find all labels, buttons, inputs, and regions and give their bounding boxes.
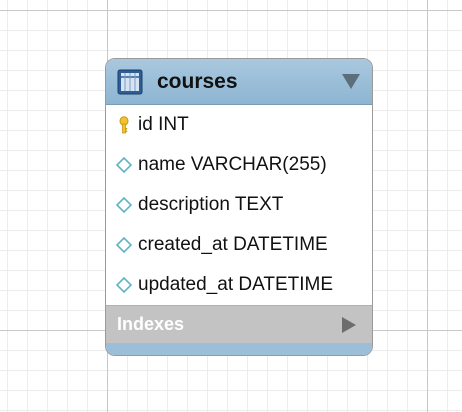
table-header[interactable]: courses bbox=[106, 59, 372, 105]
column-diamond-icon bbox=[115, 276, 133, 294]
indexes-section-toggle[interactable]: Indexes bbox=[106, 305, 372, 343]
column-label: name VARCHAR(255) bbox=[138, 154, 327, 175]
table-footer bbox=[106, 343, 372, 355]
column-row-id[interactable]: id INT bbox=[106, 105, 372, 145]
triangle-right-icon[interactable] bbox=[342, 317, 356, 333]
column-label: created_at DATETIME bbox=[138, 234, 328, 255]
column-diamond-icon bbox=[115, 156, 133, 174]
column-label: updated_at DATETIME bbox=[138, 274, 334, 295]
column-list: id INT name VARCHAR(255) description TEX… bbox=[106, 105, 372, 305]
triangle-down-icon[interactable] bbox=[342, 74, 360, 89]
column-label: description TEXT bbox=[138, 194, 284, 215]
table-icon bbox=[117, 69, 143, 95]
table-courses[interactable]: courses id INT name VARCHAR(255) descrip… bbox=[105, 58, 373, 356]
column-label: id INT bbox=[138, 114, 189, 135]
column-row-updated-at[interactable]: updated_at DATETIME bbox=[106, 265, 372, 305]
column-row-description[interactable]: description TEXT bbox=[106, 185, 372, 225]
column-diamond-icon bbox=[115, 196, 133, 214]
column-diamond-icon bbox=[115, 236, 133, 254]
indexes-label: Indexes bbox=[117, 314, 185, 334]
primary-key-icon bbox=[119, 116, 129, 134]
column-row-name[interactable]: name VARCHAR(255) bbox=[106, 145, 372, 185]
column-row-created-at[interactable]: created_at DATETIME bbox=[106, 225, 372, 265]
table-title: courses bbox=[157, 70, 238, 93]
